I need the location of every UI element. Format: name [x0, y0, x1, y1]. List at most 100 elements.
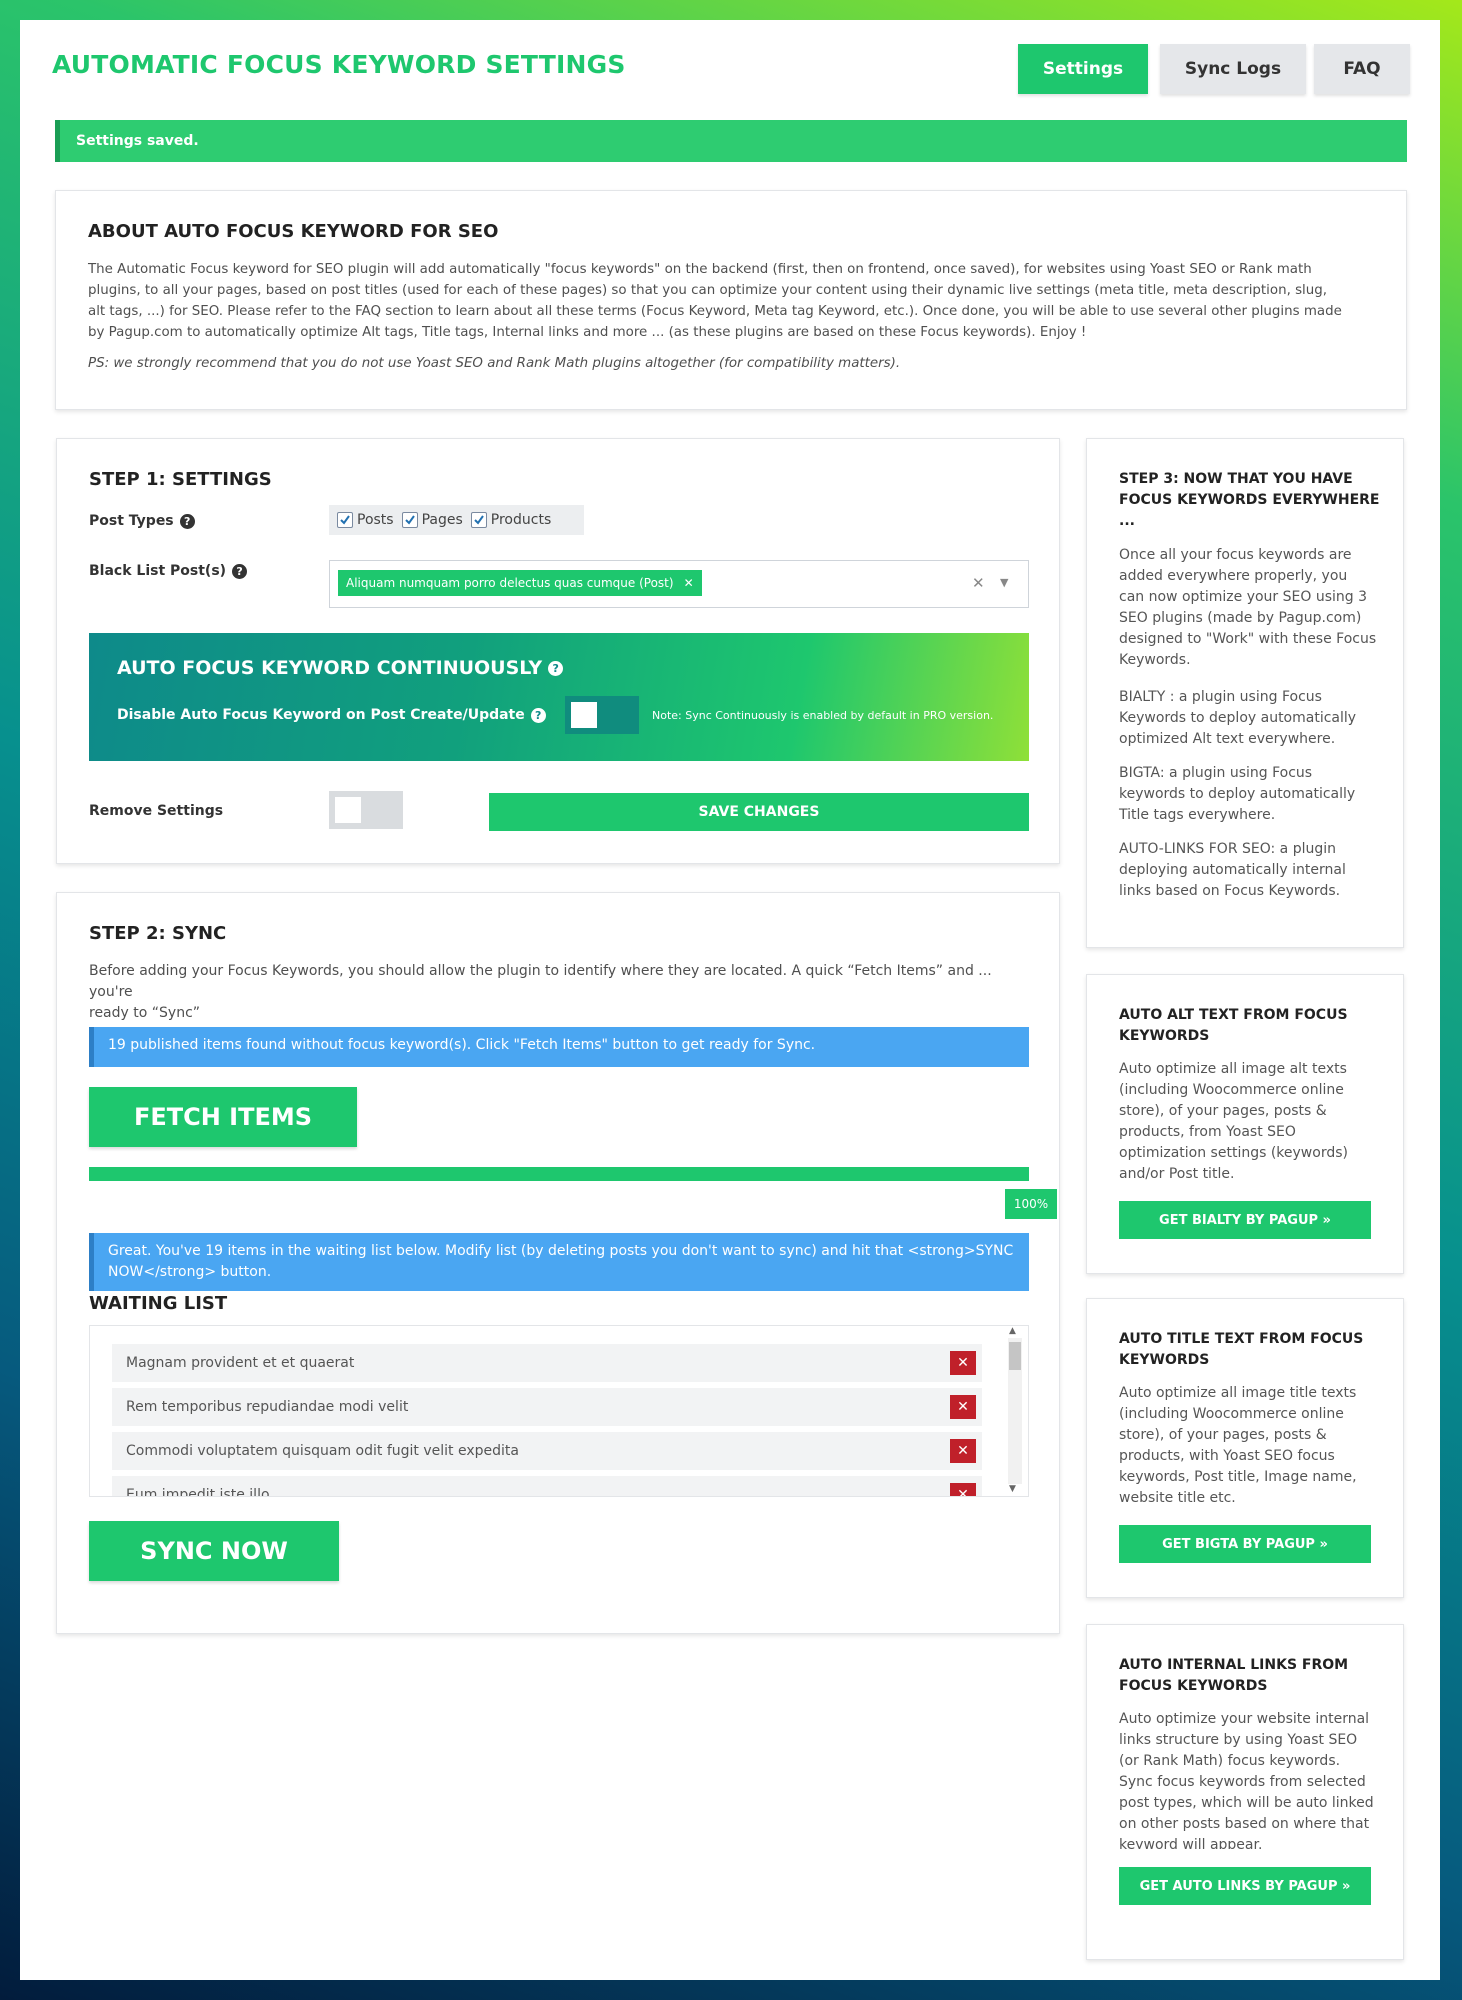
list-item: Rem temporibus repudiandae modi velit ✕ — [112, 1388, 982, 1426]
question-circle-icon[interactable]: ? — [232, 563, 248, 579]
save-changes-button[interactable]: SAVE CHANGES — [489, 793, 1029, 831]
toggle-knob — [571, 702, 597, 728]
get-bigta-button[interactable]: GET BIGTA BY PAGUP » — [1119, 1525, 1371, 1563]
list-item-label: Eum impedit iste illo — [126, 1487, 270, 1497]
post-types-label-text: Post Types — [89, 513, 174, 529]
autolinks-line: keyword will appear. — [1119, 1837, 1263, 1849]
tab-faq[interactable]: FAQ — [1314, 44, 1410, 94]
clear-icon[interactable]: ✕ — [972, 574, 985, 592]
blacklist-label: Black List Post(s)? — [89, 563, 248, 579]
chevron-down-icon[interactable]: ▼ — [1000, 576, 1008, 589]
bialty-line: and/or Post title. — [1119, 1166, 1235, 1182]
chip-label: Aliquam numquam porro delectus quas cumq… — [346, 576, 674, 590]
scroll-thumb[interactable] — [1009, 1342, 1021, 1370]
disable-auto-focus-text: Disable Auto Focus Keyword on Post Creat… — [117, 707, 525, 723]
step3-line: added everywhere properly, you — [1119, 568, 1348, 584]
checkbox-posts[interactable]: Posts — [337, 512, 394, 528]
step3-title-line: STEP 3: NOW THAT YOU HAVE — [1119, 471, 1353, 487]
app-frame: AUTOMATIC FOCUS KEYWORD SETTINGS Setting… — [20, 20, 1440, 1980]
step3-line: designed to "Work" with these Focus — [1119, 631, 1377, 647]
blacklist-chip[interactable]: Aliquam numquam porro delectus quas cumq… — [338, 570, 702, 596]
close-icon[interactable]: ✕ — [950, 1483, 976, 1496]
bialty-line: optimization settings (keywords) — [1119, 1145, 1348, 1161]
bigta-text: Auto optimize all image title texts (inc… — [1119, 1383, 1389, 1509]
checkmark-icon[interactable] — [401, 512, 418, 528]
step3-para: BIALTY : a plugin using Focus Keywords t… — [1119, 687, 1389, 750]
question-circle-icon[interactable]: ? — [530, 707, 546, 723]
disable-auto-focus-label: Disable Auto Focus Keyword on Post Creat… — [117, 707, 546, 723]
bigta-promo-panel: AUTO TITLE TEXT FROM FOCUS KEYWORDS Auto… — [1086, 1298, 1404, 1598]
tab-sync-logs[interactable]: Sync Logs — [1160, 44, 1306, 94]
close-icon[interactable]: ✕ — [684, 576, 694, 590]
bialty-line: Auto optimize all image alt texts — [1119, 1061, 1347, 1077]
step3-line: deploying automatically internal — [1119, 862, 1346, 878]
step2-panel: STEP 2: SYNC Before adding your Focus Ke… — [56, 892, 1060, 1634]
step3-line: optimized Alt text everywhere. — [1119, 731, 1336, 747]
scroll-up-icon[interactable]: ▲ — [1009, 1326, 1016, 1336]
question-circle-icon[interactable]: ? — [548, 661, 564, 676]
bialty-line: (including Woocommerce online — [1119, 1082, 1344, 1098]
step3-line: BIGTA: a plugin using Focus — [1119, 765, 1313, 781]
autolinks-line: on other posts based on where that — [1119, 1816, 1370, 1832]
checkmark-icon[interactable] — [337, 512, 353, 528]
step3-title: STEP 3: NOW THAT YOU HAVE FOCUS KEYWORDS… — [1119, 469, 1380, 532]
autolinks-line: post types, which will be auto linked — [1119, 1795, 1374, 1811]
get-bialty-button[interactable]: GET BIALTY BY PAGUP » — [1119, 1201, 1371, 1239]
step3-line: can now optimize your SEO using 3 — [1119, 589, 1368, 605]
autolinks-title-line: AUTO INTERNAL LINKS FROM — [1119, 1657, 1349, 1673]
autolinks-title: AUTO INTERNAL LINKS FROM FOCUS KEYWORDS — [1119, 1655, 1348, 1697]
step1-title: STEP 1: SETTINGS — [89, 469, 272, 490]
notice-text: Settings saved. — [76, 133, 199, 149]
about-line: alt tags, ...) for SEO. Please refer to … — [88, 304, 1342, 319]
bialty-line: products, from Yoast SEO — [1119, 1124, 1296, 1140]
list-item: Eum impedit iste illo ✕ — [112, 1476, 982, 1497]
scroll-down-icon[interactable]: ▼ — [1009, 1484, 1016, 1494]
bialty-line: store), of your pages, posts & — [1119, 1103, 1327, 1119]
list-item-label: Commodi voluptatem quisquam odit fugit v… — [126, 1443, 519, 1459]
checkbox-pages[interactable]: Pages — [401, 512, 463, 528]
remove-settings-toggle[interactable] — [329, 791, 403, 829]
bigta-line: store), of your pages, posts & — [1119, 1427, 1327, 1443]
step3-title-line: FOCUS KEYWORDS EVERYWHERE — [1119, 492, 1380, 508]
waiting-list-title: WAITING LIST — [89, 1293, 228, 1314]
bigta-line: keywords, Post title, Image name, — [1119, 1469, 1357, 1485]
autolinks-line: Sync focus keywords from selected — [1119, 1774, 1366, 1790]
about-line: The Automatic Focus keyword for SEO plug… — [88, 262, 1312, 277]
step3-para: AUTO-LINKS FOR SEO: a plugin deploying a… — [1119, 839, 1389, 902]
blacklist-label-text: Black List Post(s) — [89, 563, 227, 579]
close-icon[interactable]: ✕ — [950, 1439, 976, 1463]
bialty-text: Auto optimize all image alt texts (inclu… — [1119, 1059, 1389, 1185]
waiting-list-info: Great. You've 19 items in the waiting li… — [89, 1233, 1029, 1291]
step1-panel: STEP 1: SETTINGS Post Types? Posts Pages… — [56, 438, 1060, 864]
step3-line: Keywords. — [1119, 652, 1191, 668]
about-line: plugins, to all your pages, based on pos… — [88, 283, 1328, 298]
close-icon[interactable]: ✕ — [950, 1351, 976, 1375]
about-ps: PS: we strongly recommend that you do no… — [88, 356, 901, 371]
page-title: AUTOMATIC FOCUS KEYWORD SETTINGS — [52, 50, 626, 79]
step2-title: STEP 2: SYNC — [89, 923, 227, 944]
close-icon[interactable]: ✕ — [950, 1395, 976, 1419]
checkbox-products[interactable]: Products — [470, 512, 551, 528]
remove-settings-label: Remove Settings — [89, 803, 224, 819]
fetch-items-button[interactable]: FETCH ITEMS — [89, 1087, 357, 1147]
bigta-title-line: AUTO TITLE TEXT FROM FOCUS — [1119, 1331, 1364, 1347]
disable-auto-focus-toggle[interactable] — [565, 696, 639, 734]
bigta-line: products, with Yoast SEO focus — [1119, 1448, 1335, 1464]
sync-now-button[interactable]: SYNC NOW — [89, 1521, 339, 1581]
list-item: Commodi voluptatem quisquam odit fugit v… — [112, 1432, 982, 1470]
post-types-label: Post Types? — [89, 513, 195, 529]
waiting-info-line: NOW</strong> button. — [108, 1264, 272, 1280]
question-circle-icon[interactable]: ? — [179, 513, 195, 529]
checkmark-icon[interactable] — [470, 512, 487, 528]
tab-settings[interactable]: Settings — [1018, 44, 1148, 94]
get-autolinks-button[interactable]: GET AUTO LINKS BY PAGUP » — [1119, 1867, 1371, 1905]
bialty-promo-panel: AUTO ALT TEXT FROM FOCUS KEYWORDS Auto o… — [1086, 974, 1404, 1274]
waiting-list-scrollbar[interactable]: ▲ ▼ — [1005, 1326, 1025, 1496]
step2-desc-line: Before adding your Focus Keywords, you s… — [89, 963, 992, 1000]
post-types-checkboxes: Posts Pages Products — [329, 505, 584, 535]
checkbox-posts-label: Posts — [357, 512, 394, 528]
bigta-title: AUTO TITLE TEXT FROM FOCUS KEYWORDS — [1119, 1329, 1363, 1371]
blacklist-select[interactable]: Aliquam numquam porro delectus quas cumq… — [329, 560, 1029, 608]
autolinks-line: (or Rank Math) focus keywords. — [1119, 1753, 1341, 1769]
autolinks-line: Auto optimize your website internal — [1119, 1711, 1370, 1727]
